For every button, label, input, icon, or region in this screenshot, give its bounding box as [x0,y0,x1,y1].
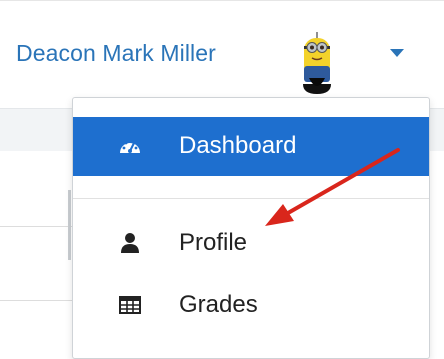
menu-item-profile[interactable]: Profile [73,215,429,271]
page-divider [0,226,75,227]
user-menu-toggle[interactable]: Deacon Mark Miller [0,22,444,94]
user-name[interactable]: Deacon Mark Miller [16,40,216,67]
header-top-border [0,0,444,1]
menu-divider [73,198,429,199]
menu-item-label: Dashboard [179,132,297,159]
menu-item-label: Grades [179,291,258,318]
tachometer-icon [120,139,140,153]
user-icon [121,233,139,253]
minion-avatar-icon[interactable] [289,22,345,94]
caret-down-icon[interactable] [390,49,404,58]
table-icon [119,296,141,314]
page-divider [0,300,75,301]
menu-item-dashboard[interactable]: Dashboard [73,117,429,176]
menu-item-grades[interactable]: Grades [73,277,429,333]
user-dropdown-menu: Dashboard Profile Grades [72,97,430,359]
menu-item-label: Profile [179,229,248,256]
page-panel-edge [68,190,71,260]
